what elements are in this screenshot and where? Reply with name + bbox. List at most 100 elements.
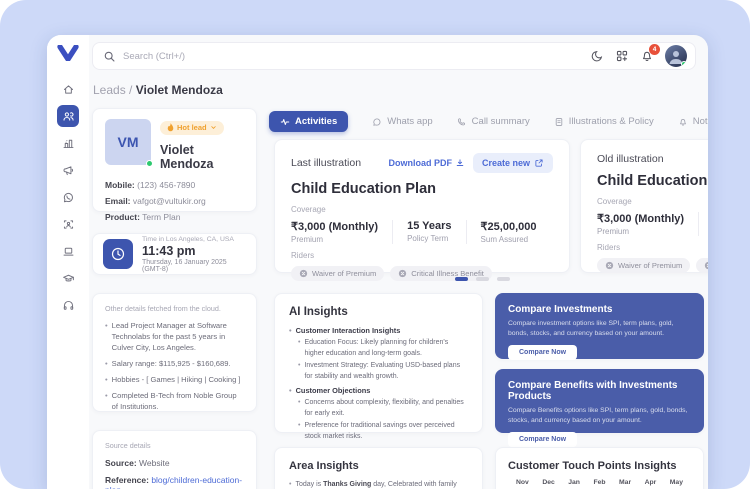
tab-label: Call summary xyxy=(472,116,530,127)
breadcrumb-current: Violet Mendoza xyxy=(136,83,223,97)
tab-whatsapp[interactable]: Whats app xyxy=(372,116,432,127)
search-input[interactable] xyxy=(123,51,590,62)
sidebar-item-support[interactable] xyxy=(57,294,79,316)
compare-investments-card: Compare Investments Compare investment o… xyxy=(495,293,704,359)
cloud-details-card: Other details fetched from the cloud. •L… xyxy=(92,293,257,412)
carousel-dot[interactable] xyxy=(497,277,510,281)
sidebar-item-focus[interactable] xyxy=(57,213,79,235)
old-illustration-card: Old illustration Child Education Plan Co… xyxy=(580,139,708,273)
sidebar-item-organization[interactable] xyxy=(57,132,79,154)
apps-shortcut-button[interactable] xyxy=(615,49,629,63)
source-details-card: Source details Source: Website Reference… xyxy=(92,430,257,489)
cloud-details-title: Other details fetched from the cloud. xyxy=(105,304,244,313)
topbar: 4 xyxy=(92,42,696,70)
breadcrumb: Leads / Violet Mendoza xyxy=(93,83,223,97)
tab-notifications[interactable]: Notifications xyxy=(678,116,708,127)
stat-policy-term: 15 Years Policy Term xyxy=(392,220,465,244)
building-chart-icon xyxy=(62,137,75,150)
ai-group-title: •Customer Interaction Insights xyxy=(289,326,468,335)
bell-icon xyxy=(678,117,688,127)
bullet-dot: • xyxy=(298,338,300,359)
activity-icon xyxy=(280,117,290,127)
bullet-dot: • xyxy=(298,398,300,419)
bullet-dot: • xyxy=(105,374,108,385)
rider-badge-icon xyxy=(299,269,308,278)
area-insight-item: • Today is Thanks Giving day, Celebrated… xyxy=(289,480,468,489)
bullet-dot: • xyxy=(105,358,108,369)
rider-badge-icon xyxy=(398,269,407,278)
stat-value: ₹3,000 (Monthly) xyxy=(291,220,378,233)
mobile-label: Mobile: xyxy=(105,180,135,190)
stat-policy-term: 15 Years Policy Term xyxy=(698,212,708,236)
bullet-dot: • xyxy=(298,421,300,442)
month-label: Feb xyxy=(593,479,605,486)
page-background: 4 Leads / Violet Mendoza VM xyxy=(0,0,750,489)
tab-call-summary[interactable]: Call summary xyxy=(457,116,530,127)
create-new-label: Create new xyxy=(482,158,530,168)
phone-icon xyxy=(457,117,467,127)
coverage-label: Coverage xyxy=(597,197,708,206)
stat-label: Premium xyxy=(597,227,684,236)
dark-mode-toggle[interactable] xyxy=(590,49,604,63)
sidebar-item-announcements[interactable] xyxy=(57,159,79,181)
compare-now-button[interactable]: Compare Now xyxy=(508,345,577,360)
whatsapp-icon xyxy=(62,191,75,204)
illustration-title: Last illustration xyxy=(291,157,361,169)
sidebar-item-education[interactable] xyxy=(57,267,79,289)
sidebar-item-home[interactable] xyxy=(57,78,79,100)
stat-value: ₹25,00,000 xyxy=(481,220,537,233)
download-pdf-link[interactable]: Download PDF xyxy=(388,158,465,168)
ai-item-text: Preference for traditional savings over … xyxy=(304,421,468,442)
sidebar-item-devices[interactable] xyxy=(57,240,79,262)
illustration-header: Last illustration Download PDF Create ne… xyxy=(291,153,553,173)
touch-points-months: Nov Dec Jan Feb Mar Apr May xyxy=(508,479,691,486)
carousel-dot[interactable] xyxy=(476,277,489,281)
notification-count-badge: 4 xyxy=(649,44,660,55)
sidebar-items xyxy=(57,78,79,316)
rider-pill: Waiver of Premium xyxy=(291,266,384,281)
lead-header: VM Hot lead Violet Mendoza xyxy=(105,119,244,171)
tab-activities[interactable]: Activities xyxy=(269,111,348,132)
riders-list: Waiver of Premium Critical Illness Benef… xyxy=(597,258,708,273)
brand-logo-icon xyxy=(56,45,80,61)
sidebar-item-leads[interactable] xyxy=(57,105,79,127)
lead-initials: VM xyxy=(118,134,139,150)
bullet-dot: • xyxy=(298,361,300,382)
compare-benefits-card: Compare Benefits with Investments Produc… xyxy=(495,369,704,433)
month-label: Mar xyxy=(619,479,631,486)
cloud-details-list: •Lead Project Manager at Software Techno… xyxy=(105,320,244,412)
create-new-button[interactable]: Create new xyxy=(473,153,553,173)
rider-label: Waiver of Premium xyxy=(618,261,682,270)
lead-online-dot xyxy=(146,160,153,167)
ai-group-label: Customer Objections xyxy=(296,386,371,395)
download-pdf-label: Download PDF xyxy=(388,158,452,168)
lead-profile-card: VM Hot lead Violet Mendoza Mobile: (123)… xyxy=(92,108,257,212)
breadcrumb-section[interactable]: Leads / xyxy=(93,83,136,97)
lead-name: Violet Mendoza xyxy=(160,143,244,171)
carousel-dot[interactable] xyxy=(455,277,468,281)
riders-label: Riders xyxy=(291,251,553,260)
cloud-item-text: Lead Project Manager at Software Technol… xyxy=(112,320,244,353)
lead-initials-avatar: VM xyxy=(105,119,151,165)
stat-sum-assured: ₹25,00,000 Sum Assured xyxy=(466,220,551,244)
compare-now-button[interactable]: Compare Now xyxy=(508,432,577,447)
user-avatar[interactable] xyxy=(665,45,687,67)
ai-insight-item: •Education Focus: Likely planning for ch… xyxy=(298,338,468,359)
rider-badge-icon xyxy=(704,261,708,270)
bullet-dot: • xyxy=(289,386,292,395)
cloud-item-text: Hobbies - [ Games | Hiking | Cooking ] xyxy=(112,374,241,385)
brand-logo[interactable] xyxy=(56,45,80,66)
user-focus-icon xyxy=(62,218,75,231)
bullet-dot: • xyxy=(105,320,108,353)
source-details-title: Source details xyxy=(105,441,244,450)
tab-illustrations-policy[interactable]: Illustrations & Policy xyxy=(554,116,654,127)
illustration-title: Old illustration xyxy=(597,153,664,165)
clock-icon xyxy=(110,246,126,262)
sidebar-item-whatsapp[interactable] xyxy=(57,186,79,208)
rider-label: Waiver of Premium xyxy=(312,269,376,278)
email-label: Email: xyxy=(105,196,131,206)
hot-lead-badge[interactable]: Hot lead xyxy=(160,121,224,135)
list-item: •Lead Project Manager at Software Techno… xyxy=(105,320,244,353)
content-tabs: Activities Whats app Call summary Illust… xyxy=(269,111,708,132)
notifications-button[interactable]: 4 xyxy=(640,49,654,63)
